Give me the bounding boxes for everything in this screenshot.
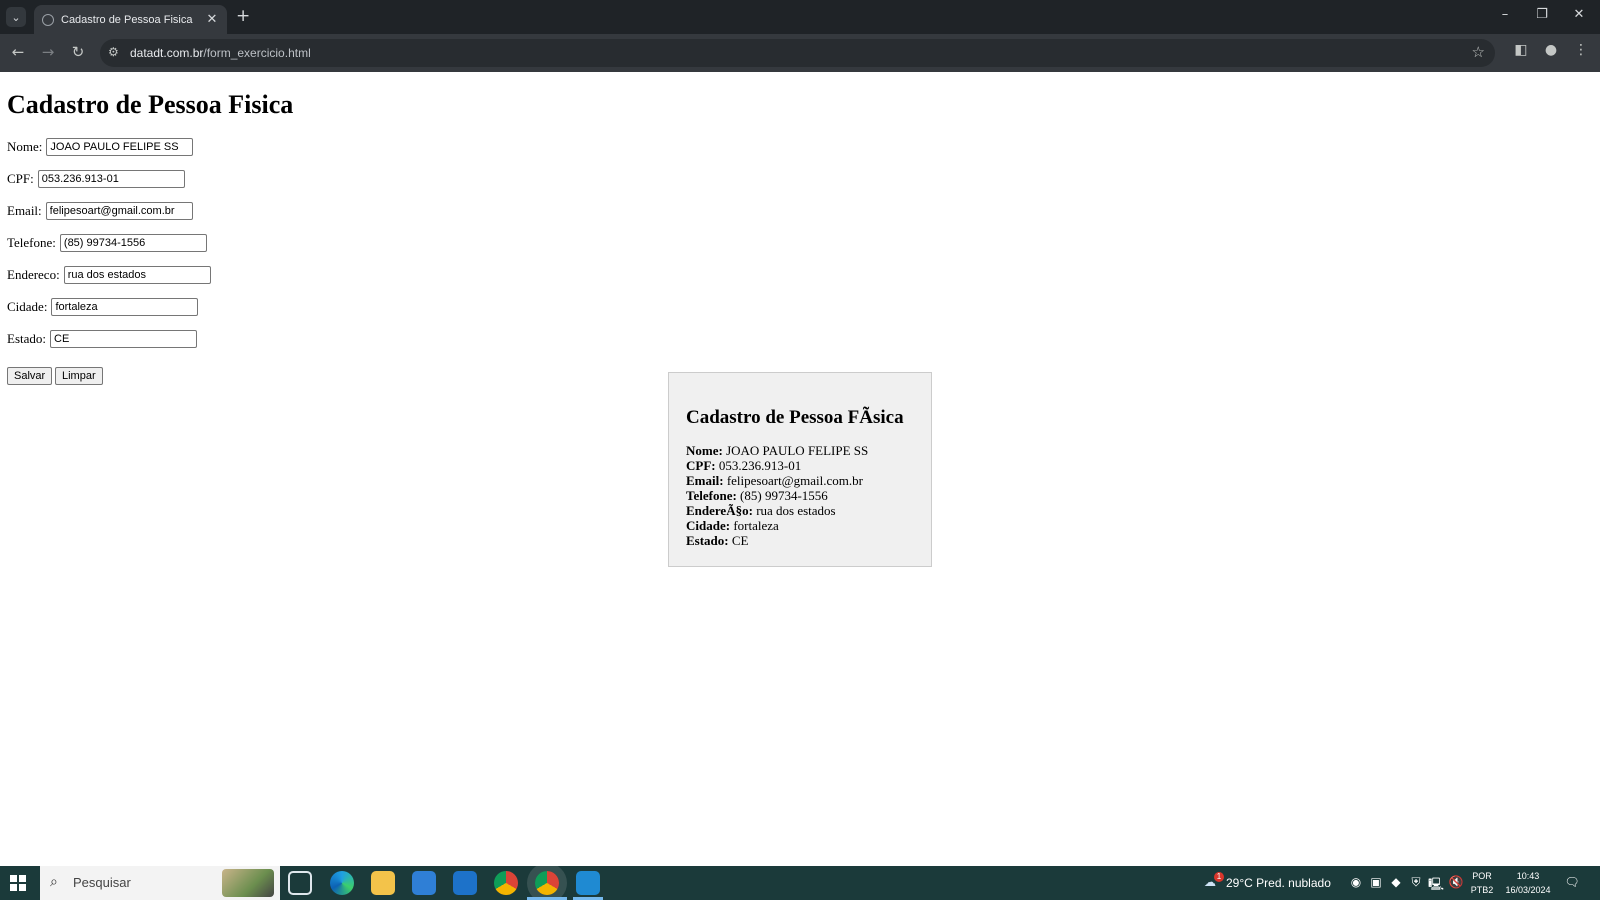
result-value: CE [731, 533, 749, 548]
reload-icon[interactable]: ↻ [68, 43, 88, 61]
url-text[interactable]: datadt.com.br/form_exercicio.html [130, 46, 311, 60]
field-label: Telefone: [7, 235, 56, 250]
clear-button[interactable]: Limpar [55, 367, 103, 385]
windows-start-icon[interactable] [10, 875, 26, 891]
result-label: Telefone: [686, 488, 737, 503]
nome-input[interactable] [46, 138, 194, 156]
result-value: rua dos estados [756, 503, 836, 518]
minimize-icon[interactable]: – [1492, 7, 1518, 22]
result-line-nome: Nome: JOAO PAULO FELIPE SS [686, 443, 914, 458]
result-label: Estado: [686, 533, 729, 548]
keyboard-layout-label[interactable]: PTB2 [1468, 885, 1496, 895]
taskbar-search[interactable]: ⌕ Pesquisar [40, 866, 280, 900]
chrome-active-icon[interactable] [535, 871, 559, 895]
estado-input[interactable] [50, 330, 197, 348]
plus-icon[interactable]: + [236, 6, 250, 26]
result-heading: Cadastro de Pessoa FÃsica [686, 407, 904, 428]
cidade-input[interactable] [51, 298, 199, 316]
tab-active[interactable]: Cadastro de Pessoa Fisica ✕ [34, 5, 227, 34]
result-line-cidade: Cidade: fortaleza [686, 518, 914, 533]
result-value: felipesoart@gmail.com.br [726, 473, 863, 488]
close-icon[interactable]: ✕ [203, 12, 221, 27]
result-line-cpf: CPF: 053.236.913-01 [686, 458, 914, 473]
clock-date[interactable]: 16/03/2024 [1500, 885, 1556, 895]
result-panel: Cadastro de Pessoa FÃsica Nome: JOAO PAU… [668, 372, 932, 567]
result-line-email: Email: felipesoart@gmail.com.br [686, 473, 914, 488]
taskbar: ⌕ Pesquisar ☁ 1 29°C Pred. nublado ◉ ▣ ◆… [0, 866, 1600, 900]
url-domain: datadt.com.br [130, 46, 204, 60]
email-input[interactable] [45, 202, 193, 220]
result-label: CPF: [686, 458, 716, 473]
notifications-icon[interactable]: 🗨 [1563, 875, 1581, 889]
chevron-down-icon[interactable]: ⌄ [6, 7, 26, 27]
search-icon: ⌕ [50, 874, 58, 890]
telefone-input[interactable] [59, 234, 207, 252]
result-label: EndereÃ§o: [686, 503, 753, 518]
result-label: Cidade: [686, 518, 731, 533]
restore-icon[interactable]: ❐ [1529, 7, 1555, 22]
page-title: Cadastro de Pessoa Fisica [7, 90, 294, 119]
more-vert-icon[interactable]: ⋮ [1571, 42, 1591, 58]
vscode-icon[interactable] [576, 871, 600, 895]
tab-title: Cadastro de Pessoa Fisica [61, 13, 193, 26]
result-label: Nome: [686, 443, 723, 458]
forward-arrow-icon[interactable]: → [38, 43, 58, 61]
search-placeholder: Pesquisar [73, 875, 131, 890]
url-path: /form_exercicio.html [203, 46, 311, 60]
profile-icon[interactable]: ● [1541, 42, 1561, 58]
result-value: JOAO PAULO FELIPE SS [726, 443, 869, 458]
form-row-endereco: Endereco: [7, 266, 211, 284]
language-label[interactable]: POR [1468, 871, 1496, 881]
back-arrow-icon[interactable]: ← [8, 43, 28, 61]
tune-icon[interactable]: ⚙ [108, 45, 119, 59]
shield-tray-icon[interactable]: ⛨ [1407, 875, 1425, 890]
address-bar[interactable]: ⚙ datadt.com.br/form_exercicio.html ☆ [100, 39, 1495, 67]
mail-icon[interactable] [453, 871, 477, 895]
result-line-estado: Estado: CE [686, 533, 914, 548]
star-icon[interactable]: ☆ [1472, 43, 1485, 61]
network-icon[interactable]: 🖳 [1427, 875, 1445, 896]
browser-tab-strip: ⌄ Cadastro de Pessoa Fisica ✕ + – ❐ ✕ [0, 0, 1600, 34]
search-highlight-image [222, 869, 274, 897]
result-value: (85) 99734-1556 [740, 488, 828, 503]
field-label: CPF: [7, 171, 34, 186]
volume-muted-icon[interactable]: 🔇 [1447, 875, 1465, 889]
form-row-estado: Estado: [7, 330, 197, 348]
task-view-icon[interactable] [288, 871, 312, 895]
field-label: Email: [7, 203, 42, 218]
field-label: Endereco: [7, 267, 60, 282]
edge-icon[interactable] [330, 871, 354, 895]
browser-toolbar: ← → ↻ ⚙ datadt.com.br/form_exercicio.htm… [0, 34, 1600, 72]
chrome-icon[interactable] [494, 871, 518, 895]
close-window-icon[interactable]: ✕ [1566, 7, 1592, 22]
form-row-telefone: Telefone: [7, 234, 207, 252]
result-label: Email: [686, 473, 724, 488]
result-value: fortaleza [733, 518, 779, 533]
file-explorer-icon[interactable] [371, 871, 395, 895]
page-content: Cadastro de Pessoa Fisica Nome: CPF: Ema… [0, 72, 1600, 866]
form-row-cidade: Cidade: [7, 298, 199, 316]
form-row-nome: Nome: [7, 138, 194, 156]
result-line-endereco: EndereÃ§o: rua dos estados [686, 503, 914, 518]
field-label: Nome: [7, 139, 43, 154]
save-button[interactable]: Salvar [7, 367, 53, 385]
weather-badge: 1 [1214, 872, 1224, 882]
result-line-telefone: Telefone: (85) 99734-1556 [686, 488, 914, 503]
store-icon[interactable] [412, 871, 436, 895]
field-label: Cidade: [7, 299, 48, 314]
globe-icon [42, 13, 54, 26]
app-tray-icon[interactable]: ◉ [1347, 875, 1365, 889]
result-value: 053.236.913-01 [718, 458, 802, 473]
clock-time[interactable]: 10:43 [1500, 871, 1556, 881]
weather-text[interactable]: 29°C Pred. nublado [1226, 876, 1331, 890]
field-label: Estado: [7, 331, 46, 346]
side-panel-icon[interactable]: ◧ [1511, 42, 1531, 58]
cpf-input[interactable] [37, 170, 185, 188]
form-row-email: Email: [7, 202, 193, 220]
screen-tray-icon[interactable]: ▣ [1367, 875, 1385, 889]
form-row-cpf: CPF: [7, 170, 185, 188]
endereco-input[interactable] [63, 266, 211, 284]
security-tray-icon[interactable]: ◆ [1387, 875, 1405, 889]
